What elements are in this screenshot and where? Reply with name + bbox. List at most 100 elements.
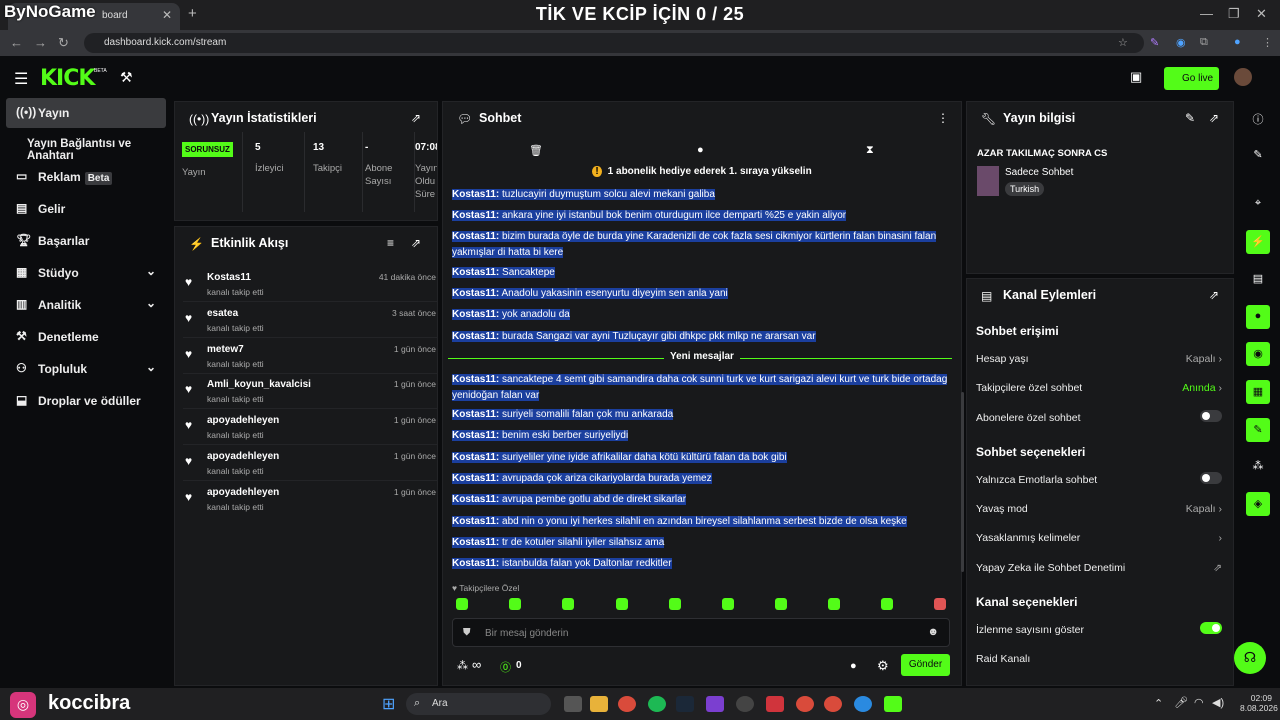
chat-message[interactable]: Kostas11: istanbulda falan yok Daltonlar… xyxy=(452,556,952,572)
emoji-icon[interactable]: ☻ xyxy=(927,626,939,638)
sidebar-item-basarilar[interactable]: 🏆︎ Başarılar xyxy=(6,226,166,256)
chat-bubble-icon[interactable]: ● xyxy=(850,660,857,672)
popout-icon[interactable]: ⇗ xyxy=(411,236,421,250)
edge-icon[interactable] xyxy=(854,696,872,712)
hammer-icon[interactable]: ⚒ xyxy=(120,69,133,86)
steam-icon[interactable] xyxy=(676,696,694,712)
raid-row[interactable]: Raid Kanalı xyxy=(976,653,1226,665)
extension-icon[interactable]: ✎ xyxy=(1150,36,1159,49)
forward-icon[interactable]: → xyxy=(34,35,47,50)
chat-icon[interactable]: ● xyxy=(1246,305,1270,329)
task-view-icon[interactable] xyxy=(564,696,582,712)
edit-icon[interactable]: ✎ xyxy=(1246,143,1270,167)
profile-icon[interactable]: ● xyxy=(1234,36,1241,48)
hourglass-icon[interactable]: ⧗ xyxy=(866,144,874,157)
chat-message[interactable]: Kostas11: benim eski berber suriyeliydi xyxy=(452,428,952,444)
wrench-icon[interactable]: ✎ xyxy=(1246,418,1270,442)
list-item[interactable]: ♥ metew7 kanalı takip etti 1 gün önce xyxy=(183,339,438,374)
chrome-icon[interactable] xyxy=(796,696,814,712)
list-item[interactable]: ♥ Amli_koyun_kavalcisi kanalı takip etti 1 … xyxy=(183,374,438,409)
sidebar-item-denetleme[interactable]: ⚒ Denetleme xyxy=(6,322,166,352)
subs-chat-toggle[interactable] xyxy=(1200,410,1222,422)
actions-icon[interactable]: ▦ xyxy=(1246,380,1270,404)
chat-message[interactable]: Kostas11: bizim burada öyle de burda yin… xyxy=(452,229,952,261)
reload-icon[interactable]: ↻ xyxy=(58,35,69,51)
chrome-icon[interactable] xyxy=(824,696,842,712)
sidebar-item-topluluk[interactable]: ⚇ Topluluk ⌄ xyxy=(6,354,166,384)
emote[interactable] xyxy=(828,598,840,610)
chat-message[interactable]: Kostas11: ankara yine iyi istanbul bok b… xyxy=(452,208,952,224)
chat-message[interactable]: Kostas11: Anadolu yakasinin esenyurtu di… xyxy=(452,286,952,302)
category-name[interactable]: Sadece Sohbet xyxy=(1005,167,1073,178)
menu-icon[interactable]: ⋮ xyxy=(1262,36,1273,49)
emote[interactable] xyxy=(775,598,787,610)
extensions-icon[interactable]: ⧉ xyxy=(1200,36,1208,49)
app-icon[interactable] xyxy=(766,696,784,712)
windows-start-icon[interactable]: ⊞ xyxy=(382,694,395,714)
chrome-icon[interactable] xyxy=(618,696,636,712)
emote[interactable] xyxy=(456,598,468,610)
popout-icon[interactable]: ⇗ xyxy=(1209,111,1219,125)
list-item[interactable]: ♥ Kostas11 kanalı takip etti 41 dakika önce xyxy=(183,267,438,302)
chat-input[interactable]: ⛊ Bir mesaj gönderin ☻ xyxy=(452,618,950,647)
emote[interactable] xyxy=(881,598,893,610)
list-item[interactable]: ♥ apoyadehleyen kanalı takip etti 1 gün önc… xyxy=(183,446,438,481)
game-icon[interactable]: ◈ xyxy=(1246,492,1270,516)
more-icon[interactable]: ⋮ xyxy=(937,111,949,125)
hamburger-icon[interactable]: ☰ xyxy=(14,69,28,89)
tray-chevron-icon[interactable]: ⌃ xyxy=(1154,697,1163,710)
app-icon[interactable] xyxy=(706,696,724,712)
chat-message[interactable]: Kostas11: suriyeliler yine iyide afrikal… xyxy=(452,450,952,466)
minimize-icon[interactable]: — xyxy=(1200,6,1213,21)
kick-logo[interactable]: KICK xyxy=(40,66,95,91)
back-icon[interactable]: ← xyxy=(10,35,23,50)
list-item[interactable]: ♥ apoyadehleyen kanalı takip etti 1 gün önc… xyxy=(183,482,438,517)
sidebar-item-gelir[interactable]: ▤ Gelir xyxy=(6,194,166,224)
clock[interactable]: 02:09 8.08.2026 xyxy=(1240,693,1278,713)
list-item[interactable]: ♥ esatea kanalı takip etti 3 saat önce xyxy=(183,303,438,338)
chat-message[interactable]: Kostas11: tuzlucayiri duymuştum solcu al… xyxy=(452,187,952,203)
chat-message[interactable]: Kostas11: sancaktepe 4 semt gibi samandi… xyxy=(452,372,952,404)
wifi-icon[interactable]: ◠ xyxy=(1194,696,1204,709)
sidebar-item-droplar[interactable]: ⬓ Droplar ve ödüller xyxy=(6,386,166,416)
chat-message[interactable]: Kostas11: burada Sangazi var ayni Tuzluç… xyxy=(452,329,952,345)
taskbar-search[interactable]: ⌕ Ara xyxy=(406,693,551,715)
help-bubble-icon[interactable]: ☊ xyxy=(1234,642,1266,674)
window-close-icon[interactable]: ✕ xyxy=(1256,6,1267,22)
chat-message[interactable]: Kostas11: tr de kotuler silahli iyiler s… xyxy=(452,535,952,551)
account-age-row[interactable]: Hesap yaşı Kapalı › xyxy=(976,353,1226,365)
emote[interactable] xyxy=(669,598,681,610)
emote[interactable] xyxy=(722,598,734,610)
avatar[interactable] xyxy=(1234,68,1252,86)
filter-icon[interactable]: ≡ xyxy=(387,236,394,250)
kick-app-icon[interactable] xyxy=(884,696,902,712)
gear-icon[interactable]: ⚙ xyxy=(877,658,889,674)
send-button[interactable]: Gönder xyxy=(901,654,950,676)
file-explorer-icon[interactable] xyxy=(590,696,608,712)
show-views-toggle[interactable] xyxy=(1200,622,1222,634)
chat-message[interactable]: Kostas11: suriyeli somalili falan çok mu… xyxy=(452,407,952,423)
emote[interactable] xyxy=(562,598,574,610)
trash-icon[interactable]: 🗑︎ xyxy=(529,144,543,157)
url-field[interactable]: dashboard.kick.com/stream xyxy=(84,33,1144,53)
slow-mode-row[interactable]: Yavaş mod Kapalı › xyxy=(976,503,1226,515)
banned-words-row[interactable]: Yasaklanmış kelimeler › xyxy=(976,532,1226,544)
tv-icon[interactable]: ▣ xyxy=(1130,69,1142,85)
sidebar-item-studyo[interactable]: ▦ Stüdyo ⌄ xyxy=(6,258,166,288)
spotify-icon[interactable] xyxy=(648,696,666,712)
list-item[interactable]: ♥ apoyadehleyen kanalı takip etti 1 gün önc… xyxy=(183,410,438,445)
chat-bubble-icon[interactable]: ● xyxy=(697,144,704,156)
info-icon[interactable]: ⓘ xyxy=(1246,106,1270,130)
followers-chat-row[interactable]: Takipçilere özel sohbet Anında › xyxy=(976,382,1226,394)
ai-moderation-row[interactable]: Yapay Zeka ile Sohbet Denetimi ⇗ xyxy=(976,562,1226,574)
users-icon[interactable]: ⁂ xyxy=(1246,454,1270,478)
chat-message[interactable]: Kostas11: abd nin o yonu iyi herkes sila… xyxy=(452,514,952,530)
sidebar-item-stream-key[interactable]: Yayın Bağlantısı ve Anahtarı xyxy=(6,130,178,162)
chat-message[interactable]: Kostas11: avrupada çok ariza cikariyolar… xyxy=(452,471,952,487)
extension-icon[interactable]: ◉ xyxy=(1176,36,1186,49)
lightning-icon[interactable]: ⚡ xyxy=(1246,230,1270,254)
emote[interactable] xyxy=(934,598,946,610)
edit-icon[interactable]: ✎ xyxy=(1185,111,1195,125)
popout-icon[interactable]: ⇗ xyxy=(411,111,421,125)
popout-icon[interactable]: ⇗ xyxy=(1209,288,1219,302)
